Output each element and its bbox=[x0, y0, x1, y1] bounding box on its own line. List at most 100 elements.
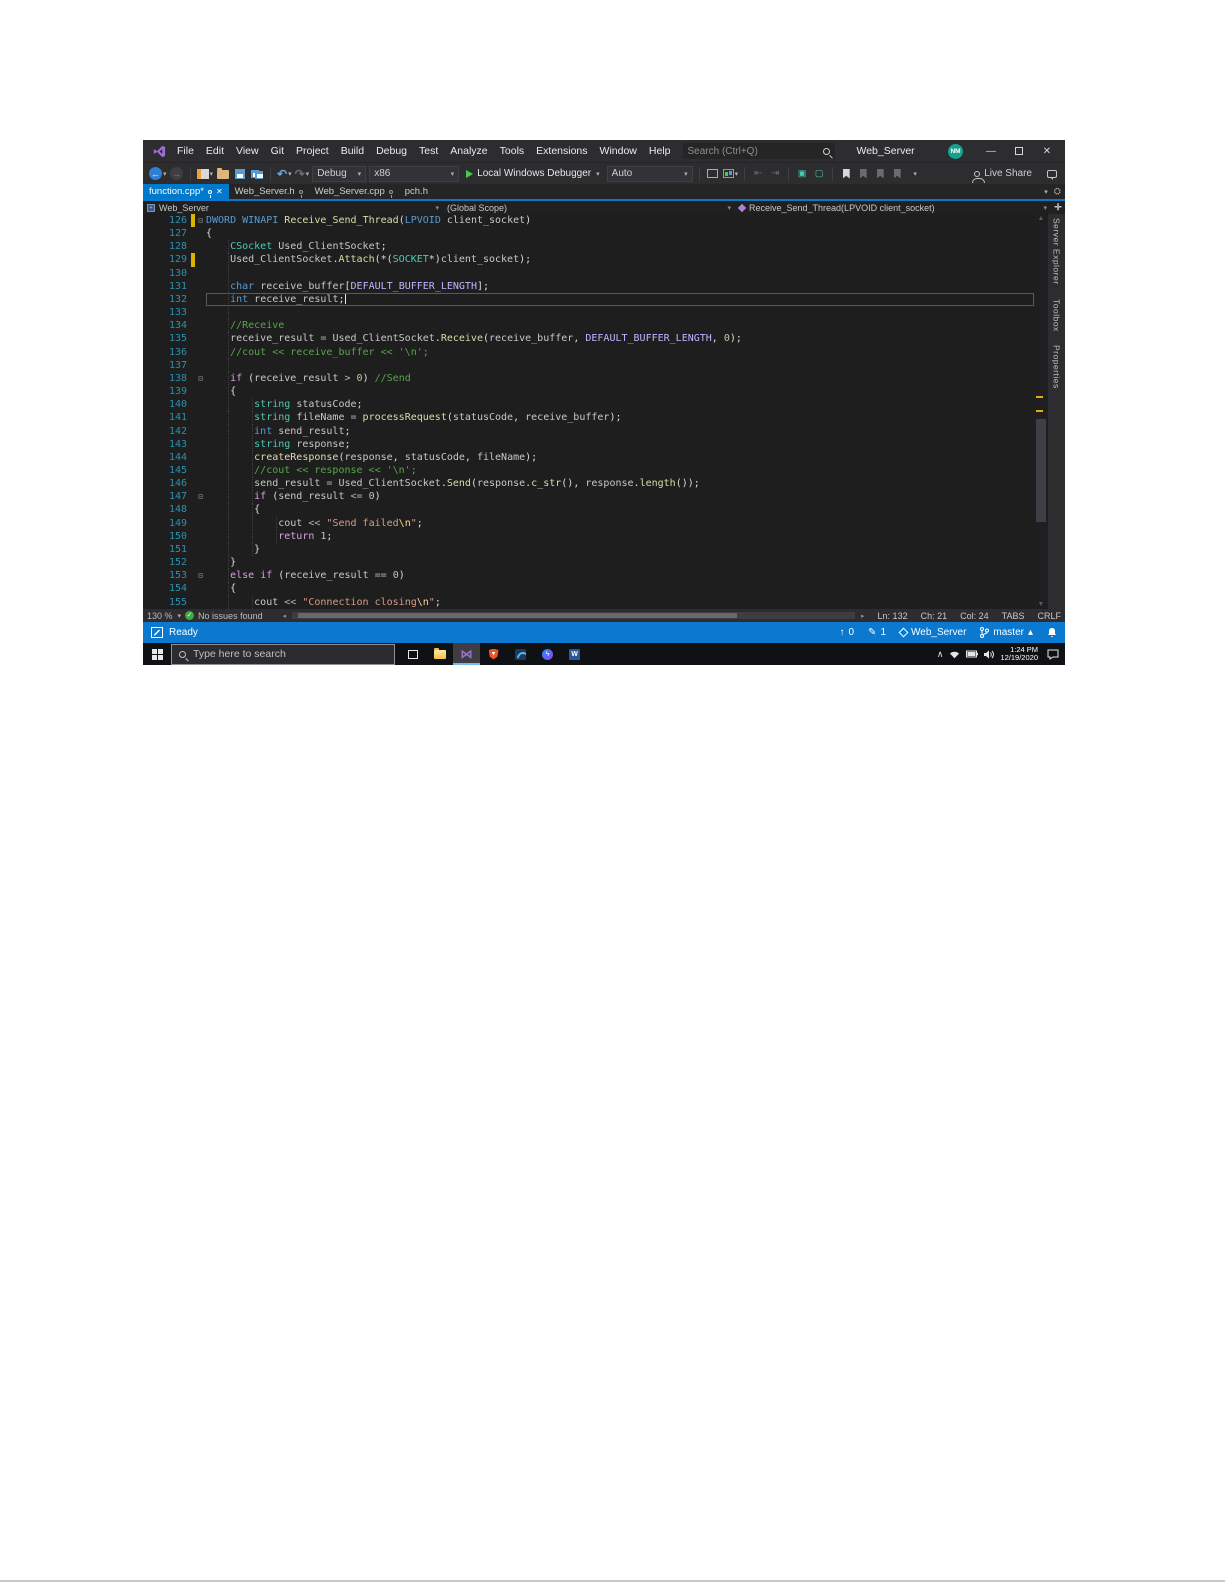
menu-build[interactable]: Build bbox=[335, 145, 370, 157]
code-line-129[interactable]: 129 Used_ClientSocket.Attach(*(SOCKET*)cl… bbox=[143, 253, 1034, 267]
scroll-right-icon[interactable]: ▸ bbox=[861, 612, 865, 620]
fold-collapse-icon[interactable]: ⊟ bbox=[195, 490, 206, 503]
live-share-button[interactable]: Live Share bbox=[972, 168, 1032, 183]
scrollbar-thumb[interactable] bbox=[1036, 419, 1046, 523]
start-button[interactable] bbox=[143, 643, 171, 665]
auto-dropdown[interactable]: Auto ▾ bbox=[606, 165, 693, 182]
redo-button[interactable]: ↷ ▾ bbox=[295, 166, 310, 182]
diagnostics-icon[interactable]: ▾ bbox=[722, 166, 738, 182]
toolbar-overflow-icon[interactable]: ▾ bbox=[908, 166, 922, 182]
apply-code-changes-icon[interactable] bbox=[706, 166, 720, 182]
bookmark-icon[interactable] bbox=[839, 166, 853, 182]
tab-function-cpp-[interactable]: function.cpp* ✕ bbox=[143, 184, 229, 199]
code-line-150[interactable]: 150 return 1; bbox=[143, 529, 1034, 543]
visual-studio-taskbar-button[interactable]: ⋈ bbox=[453, 643, 480, 665]
code-line-135[interactable]: 135 receive_result = Used_ClientSocket.Re… bbox=[143, 332, 1034, 346]
wifi-icon[interactable] bbox=[949, 650, 960, 659]
indent-decrease-icon[interactable]: ⇤ bbox=[751, 166, 765, 182]
side-tab-toolbox[interactable]: Toolbox bbox=[1052, 299, 1062, 332]
code-line-153[interactable]: 153 ⊟ else if (receive_result == 0) bbox=[143, 569, 1034, 583]
blue-app-taskbar-button[interactable] bbox=[507, 643, 534, 665]
menu-analyze[interactable]: Analyze bbox=[444, 145, 493, 157]
zoom-caret-icon[interactable]: ▾ bbox=[178, 612, 182, 620]
code-line-155[interactable]: 155 cout << "Connection closing\n"; bbox=[143, 595, 1034, 609]
code-line-132[interactable]: 132 int receive_result; bbox=[143, 292, 1034, 307]
pin-icon[interactable] bbox=[207, 189, 212, 198]
fold-collapse-icon[interactable]: ⊟ bbox=[195, 372, 206, 385]
code-editor[interactable]: 126 ⊟ DWORD WINAPI Receive_Send_Thread(LPV… bbox=[143, 214, 1034, 609]
active-files-dropdown-icon[interactable]: ▾ bbox=[1044, 188, 1048, 196]
menu-window[interactable]: Window bbox=[594, 145, 643, 157]
taskbar-search-input[interactable]: Type here to search bbox=[171, 643, 395, 665]
menu-tools[interactable]: Tools bbox=[494, 145, 531, 157]
code-line-138[interactable]: 138 ⊟ if (receive_result > 0) //Send bbox=[143, 371, 1034, 386]
code-line-144[interactable]: 144 createResponse(response, statusCode, … bbox=[143, 450, 1034, 464]
menu-edit[interactable]: Edit bbox=[200, 145, 230, 157]
indent-increase-icon[interactable]: ⇥ bbox=[768, 166, 782, 182]
brave-taskbar-button[interactable] bbox=[480, 643, 507, 665]
volume-icon[interactable] bbox=[984, 649, 995, 659]
menu-help[interactable]: Help bbox=[643, 145, 677, 157]
issues-status[interactable]: No issues found bbox=[198, 611, 263, 621]
code-line-148[interactable]: 148{ bbox=[143, 503, 1034, 517]
side-tab-server-explorer[interactable]: Server Explorer bbox=[1052, 218, 1062, 285]
side-tab-properties[interactable]: Properties bbox=[1052, 345, 1062, 389]
code-line-139[interactable]: 139{ bbox=[143, 385, 1034, 399]
tab-web-server-h[interactable]: Web_Server.h bbox=[229, 184, 309, 199]
member-dropdown[interactable]: Receive_Send_Thread(LPVOID client_socket… bbox=[735, 201, 1051, 214]
messenger-taskbar-button[interactable]: ϟ bbox=[534, 643, 561, 665]
comment-icon[interactable]: ▣ bbox=[795, 166, 809, 182]
code-line-143[interactable]: 143 string response; bbox=[143, 437, 1034, 451]
menu-debug[interactable]: Debug bbox=[370, 145, 413, 157]
code-line-154[interactable]: 154{ bbox=[143, 582, 1034, 596]
menu-file[interactable]: File bbox=[171, 145, 200, 157]
open-folder-icon[interactable] bbox=[216, 166, 230, 182]
incoming-commits-button[interactable]: ↑ 0 bbox=[839, 627, 854, 638]
tab-web-server-cpp[interactable]: Web_Server.cpp bbox=[309, 184, 399, 199]
code-line-146[interactable]: 146 send_result = Used_ClientSocket.Send(… bbox=[143, 477, 1034, 491]
scroll-left-icon[interactable]: ◂ bbox=[283, 612, 287, 620]
fold-collapse-icon[interactable]: ⊟ bbox=[195, 569, 206, 582]
restore-button[interactable] bbox=[1005, 141, 1033, 161]
battery-icon[interactable] bbox=[966, 650, 979, 658]
taskbar-clock[interactable]: 1:24 PM 12/19/2020 bbox=[1000, 646, 1038, 662]
next-bookmark-icon[interactable] bbox=[873, 166, 887, 182]
clear-bookmarks-icon[interactable] bbox=[890, 166, 904, 182]
split-editor-icon[interactable]: ✛ bbox=[1051, 202, 1065, 213]
file-explorer-taskbar-button[interactable] bbox=[426, 643, 453, 665]
minimize-button[interactable]: — bbox=[977, 141, 1005, 161]
search-icon[interactable] bbox=[822, 147, 830, 155]
feedback-icon[interactable] bbox=[1045, 166, 1059, 182]
window-options-icon[interactable]: ⛭ bbox=[1054, 186, 1061, 197]
word-taskbar-button[interactable]: W bbox=[561, 643, 588, 665]
prev-bookmark-icon[interactable] bbox=[856, 166, 870, 182]
save-all-icon[interactable] bbox=[250, 166, 264, 182]
menu-project[interactable]: Project bbox=[290, 145, 335, 157]
start-debugging-button[interactable]: Local Windows Debugger ▾ bbox=[462, 166, 603, 182]
horizontal-thumb[interactable] bbox=[297, 613, 737, 618]
undo-button[interactable]: ↶ ▾ bbox=[277, 166, 292, 182]
close-tab-icon[interactable]: ✕ bbox=[216, 187, 223, 196]
fold-collapse-icon[interactable]: ⊟ bbox=[195, 214, 206, 227]
code-line-142[interactable]: 142 int send_result; bbox=[143, 424, 1034, 438]
pending-edits-button[interactable]: ✎ 1 bbox=[868, 627, 886, 638]
project-dropdown[interactable]: + Web_Server ▾ bbox=[143, 201, 443, 214]
code-line-126[interactable]: 126 ⊟ DWORD WINAPI Receive_Send_Thread(LPV… bbox=[143, 214, 1034, 228]
code-line-130[interactable]: 130 bbox=[143, 266, 1034, 280]
code-line-127[interactable]: 127{ bbox=[143, 227, 1034, 240]
code-line-147[interactable]: 147 ⊟ if (send_result <= 0) bbox=[143, 490, 1034, 504]
code-line-149[interactable]: 149 cout << "Send failed\n"; bbox=[143, 516, 1034, 530]
code-line-151[interactable]: 151} bbox=[143, 542, 1034, 557]
search-input[interactable]: Search (Ctrl+Q) bbox=[682, 143, 835, 159]
code-line-133[interactable]: 133 bbox=[143, 306, 1034, 320]
pin-icon[interactable] bbox=[388, 189, 393, 198]
pin-icon[interactable] bbox=[298, 189, 303, 198]
scroll-down-icon[interactable]: ▼ bbox=[1034, 601, 1048, 608]
branch-button[interactable]: master ▴ bbox=[980, 627, 1033, 638]
task-view-taskbar-button[interactable] bbox=[399, 643, 426, 665]
code-line-145[interactable]: 145//cout << response << '\n'; bbox=[143, 463, 1034, 478]
avatar[interactable]: NM bbox=[948, 143, 963, 159]
save-icon[interactable] bbox=[233, 166, 247, 182]
close-button[interactable]: ✕ bbox=[1033, 141, 1061, 161]
code-line-137[interactable]: 137 bbox=[143, 358, 1034, 372]
